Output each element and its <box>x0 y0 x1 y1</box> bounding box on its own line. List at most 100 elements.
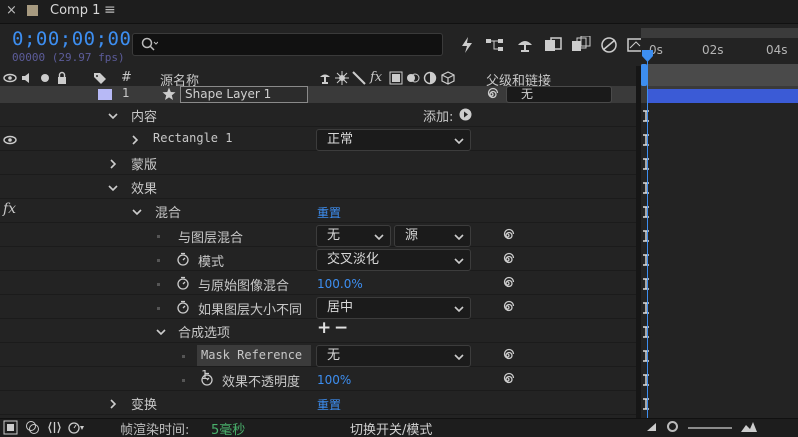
i-beam-icon <box>643 302 649 314</box>
effect-opacity-label: 效果不透明度 <box>222 375 301 390</box>
stopwatch-icon[interactable] <box>176 276 190 290</box>
zoom-slider-handle[interactable] <box>667 421 678 432</box>
flowchart-icon[interactable] <box>485 36 505 54</box>
pick-whip-icon[interactable] <box>500 300 515 315</box>
pick-whip-icon[interactable] <box>500 276 515 291</box>
i-beam-icon <box>643 110 649 122</box>
fx-icon: fx <box>370 70 383 85</box>
zoom-in-icon[interactable] <box>740 420 758 433</box>
quality-icon <box>352 71 366 85</box>
compositing-options-label: 合成选项 <box>178 326 231 341</box>
mode-label: 模式 <box>198 255 225 270</box>
zoom-out-icon[interactable] <box>646 421 659 432</box>
fx-toggle-icon[interactable]: fx <box>3 201 16 217</box>
layer-name-field[interactable]: Shape Layer 1 <box>180 86 308 103</box>
transform-label: 变换 <box>131 398 158 413</box>
masks-row <box>0 151 636 175</box>
motion-blur-icon[interactable] <box>571 36 591 54</box>
mode-select[interactable]: 交叉淡化 <box>316 249 471 271</box>
toggle-switches-modes-button[interactable]: 切换开关/模式 <box>350 419 432 437</box>
i-beam-icon <box>643 326 649 338</box>
shy-icon <box>320 74 330 84</box>
chevron-down-icon[interactable] <box>156 327 166 337</box>
chevron-down-icon <box>374 234 384 241</box>
effect-opacity-value[interactable]: 100% <box>317 373 351 387</box>
pick-whip-icon[interactable] <box>484 87 499 102</box>
mask-reference-label[interactable]: Mask Reference 1 <box>197 345 311 382</box>
chevron-down-icon[interactable] <box>132 207 142 217</box>
rectangle-blend-mode-select[interactable]: 正常 <box>316 129 471 151</box>
comp-tab-title[interactable]: Comp 1 <box>50 3 100 18</box>
blend-with-original-value[interactable]: 100.0% <box>317 277 363 291</box>
blend-source-select[interactable]: 源 <box>394 225 471 247</box>
playhead-icon[interactable] <box>641 50 654 62</box>
frame-blending-icon[interactable] <box>543 36 563 54</box>
effects-label: 效果 <box>131 182 158 197</box>
indent-dot <box>157 307 160 310</box>
chevron-down-icon[interactable] <box>108 111 118 121</box>
3d-layer-icon <box>441 71 455 85</box>
add-play-icon[interactable] <box>459 108 472 121</box>
column-number: # <box>121 70 132 85</box>
indent-dot <box>157 235 160 238</box>
graph-editor-icon[interactable] <box>599 36 619 54</box>
zoom-slider[interactable] <box>688 427 732 429</box>
render-time-label: 帧渲染时间: <box>120 423 190 437</box>
indent-dot <box>182 355 185 358</box>
i-beam-icon <box>643 254 649 266</box>
search-input[interactable] <box>132 33 443 56</box>
panel-menu-icon[interactable]: ≡ <box>104 2 116 18</box>
parent-select[interactable]: 无 <box>506 86 612 103</box>
layer-duration-bar[interactable] <box>647 89 798 103</box>
draft-3d-icon[interactable] <box>515 36 535 54</box>
pick-whip-icon[interactable] <box>500 252 515 267</box>
reset-link[interactable]: 重置 <box>317 396 341 413</box>
add-mask-button[interactable]: + <box>317 318 331 338</box>
contents-label: 内容 <box>131 110 158 125</box>
eye-icon <box>3 73 17 83</box>
chevron-right-icon[interactable] <box>130 135 140 145</box>
indent-dot <box>157 283 160 286</box>
stopwatch-icon[interactable] <box>176 300 190 314</box>
stopwatch-icon[interactable] <box>176 252 190 266</box>
indent-dot <box>157 259 160 262</box>
chevron-right-icon[interactable] <box>108 399 118 409</box>
tab-close-button[interactable]: × <box>6 3 17 18</box>
i-beam-icon <box>643 134 649 146</box>
pick-whip-icon[interactable] <box>500 228 515 243</box>
transfer-controls-icon[interactable] <box>25 420 40 435</box>
blend-layer-select[interactable]: 无 <box>316 225 391 247</box>
motion-blur-column-icon <box>407 73 420 83</box>
i-beam-icon <box>643 158 649 170</box>
work-area-bar[interactable] <box>641 64 798 86</box>
stopwatch-icon[interactable] <box>200 372 214 386</box>
pick-whip-icon[interactable] <box>500 372 515 387</box>
layer-label-color[interactable] <box>98 89 112 100</box>
current-time-display[interactable]: 0;00;00;00 <box>12 28 131 50</box>
layer-switches-icon[interactable] <box>3 420 18 435</box>
time-navigator[interactable] <box>641 28 798 38</box>
reset-link[interactable]: 重置 <box>317 204 341 221</box>
lock-icon <box>58 71 66 84</box>
remove-mask-button[interactable]: − <box>334 318 348 338</box>
rectangle-label[interactable]: Rectangle 1 <box>153 131 232 145</box>
label-tag-icon <box>94 73 106 84</box>
chevron-right-icon[interactable] <box>108 159 118 169</box>
blend-effect-label: 混合 <box>155 206 182 221</box>
if-size-differs-label: 如果图层大小不同 <box>198 303 303 318</box>
eye-icon[interactable] <box>3 133 17 147</box>
effects-row <box>0 175 636 199</box>
chevron-down-icon <box>454 258 464 265</box>
lightning-icon[interactable] <box>457 36 477 54</box>
comp-tab-bar <box>0 0 798 24</box>
mask-reference-select[interactable]: 无 <box>316 345 471 367</box>
panel-divider[interactable] <box>636 66 641 418</box>
pick-whip-icon[interactable] <box>500 348 515 363</box>
if-size-differs-select[interactable]: 居中 <box>316 297 471 319</box>
chevron-down-icon[interactable] <box>108 183 118 193</box>
in-out-duration-icon[interactable] <box>47 420 62 435</box>
render-time-icon[interactable] <box>68 420 85 435</box>
chevron-down-icon <box>454 234 464 241</box>
i-beam-icon <box>643 350 649 362</box>
current-time-indicator[interactable] <box>647 52 648 418</box>
